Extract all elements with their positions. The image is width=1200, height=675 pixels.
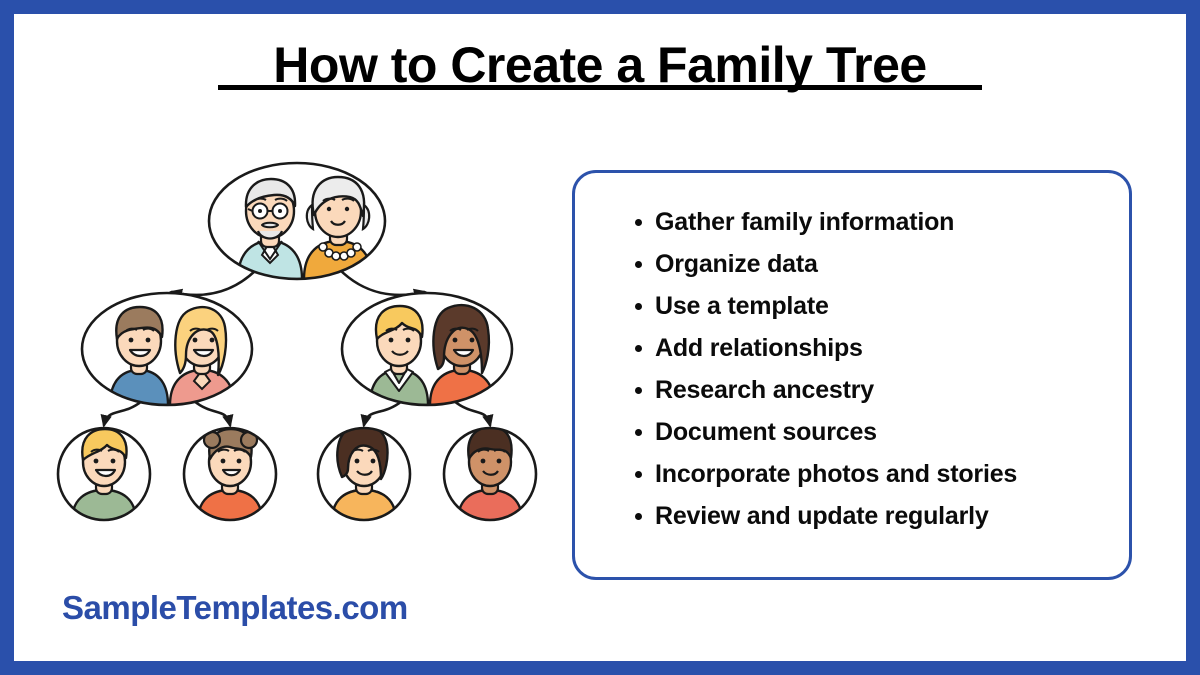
family-tree-illustration [42, 159, 552, 529]
node-parents-right [340, 291, 514, 407]
node-child-1 [56, 426, 152, 522]
node-grandparents [207, 161, 387, 281]
node-parents-left [80, 291, 254, 407]
steps-list: Gather family information Organize data … [575, 173, 1129, 537]
poster-frame: How to Create a Family Tree Gather famil… [0, 0, 1200, 675]
list-item: Add relationships [635, 327, 1099, 369]
node-child-3 [316, 426, 412, 522]
connector-left-to-c1 [100, 399, 144, 428]
list-item: Document sources [635, 411, 1099, 453]
title-underline [218, 85, 982, 90]
connector-gp-to-left [169, 267, 259, 300]
steps-panel: Gather family information Organize data … [572, 170, 1132, 580]
list-item: Organize data [635, 243, 1099, 285]
list-item: Research ancestry [635, 369, 1099, 411]
connector-right-to-c3 [360, 399, 404, 428]
list-item: Incorporate photos and stories [635, 453, 1099, 495]
poster-canvas: How to Create a Family Tree Gather famil… [14, 14, 1186, 661]
list-item: Review and update regularly [635, 495, 1099, 537]
list-item: Gather family information [635, 201, 1099, 243]
node-child-4 [442, 426, 538, 522]
list-item: Use a template [635, 285, 1099, 327]
brand-wordmark: SampleTemplates.com [62, 589, 408, 626]
connector-gp-to-right [337, 267, 427, 300]
connector-right-to-c4 [452, 399, 494, 428]
node-child-2 [182, 426, 278, 522]
connector-left-to-c2 [192, 399, 234, 428]
